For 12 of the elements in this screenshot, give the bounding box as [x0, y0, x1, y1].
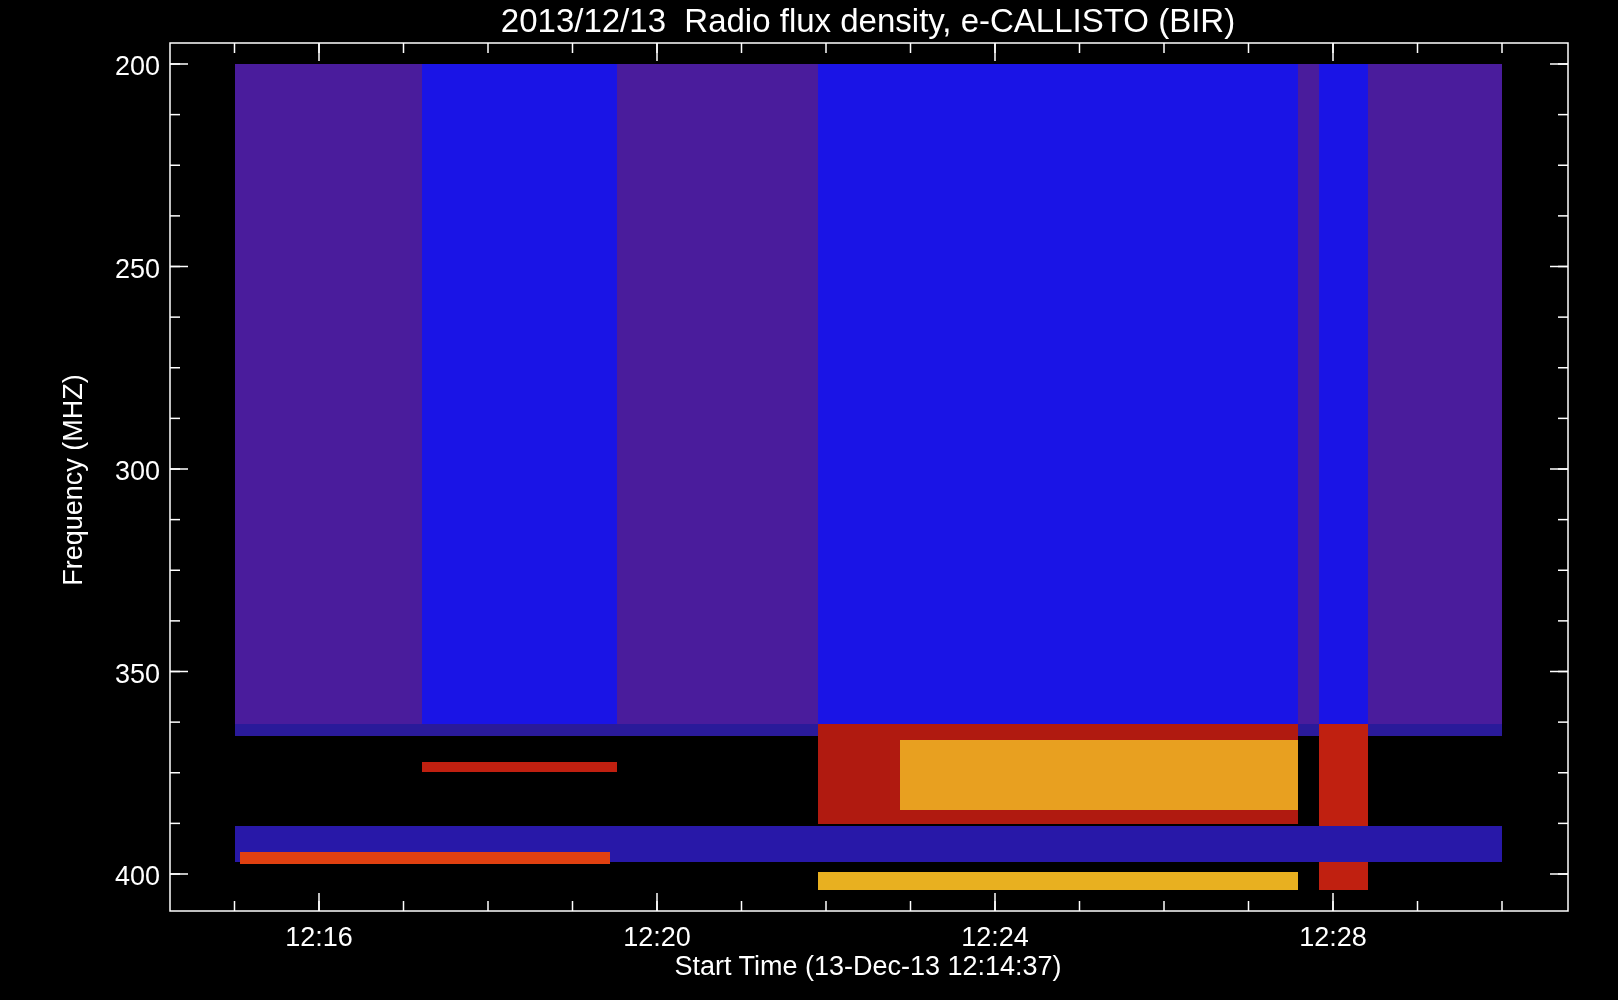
x-tick-label: 12:16 [285, 922, 353, 952]
y-tick-label: 250 [114, 253, 160, 284]
x-tick-label: 12:28 [1299, 922, 1367, 952]
chart-title: 2013/12/13 Radio flux density, e-CALLISTO (BIR) [500, 2, 1236, 39]
y-tick-label: 350 [114, 658, 160, 689]
x-axis-label: Start Time (13-Dec-13 12:14:37) [674, 951, 1062, 981]
x-tick-label: 12:20 [623, 922, 691, 952]
y-axis-label: Frequency (MHZ) [58, 374, 88, 586]
y-tick-label: 400 [114, 861, 160, 891]
y-tick-label: 200 [114, 51, 160, 81]
y-tick-label: 300 [114, 456, 160, 486]
x-tick-label: 12:24 [961, 922, 1029, 952]
